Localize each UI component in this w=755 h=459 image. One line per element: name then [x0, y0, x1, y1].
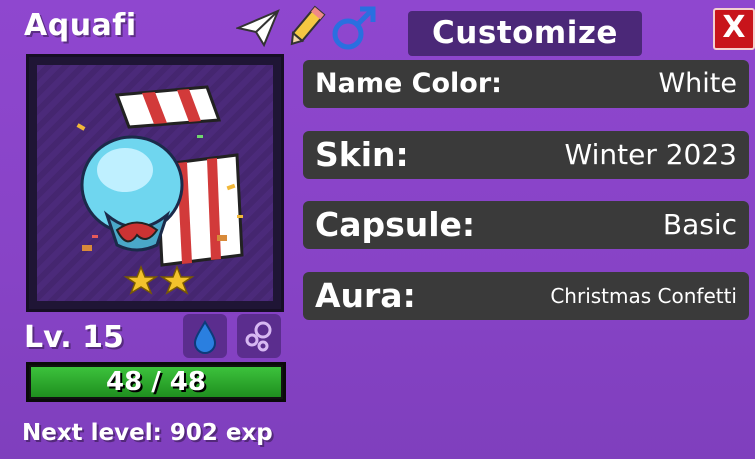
water-drop-icon — [193, 320, 217, 355]
row-value: Basic — [662, 208, 737, 241]
row-skin[interactable]: Skin: Winter 2023 — [303, 131, 749, 179]
row-value: Christmas Confetti — [550, 284, 737, 308]
close-button[interactable]: X — [713, 8, 755, 50]
pet-portrait — [26, 54, 284, 312]
pet-level: Lv. 15 — [24, 320, 124, 355]
row-name-color[interactable]: Name Color: White — [303, 60, 749, 108]
row-capsule[interactable]: Capsule: Basic — [303, 201, 749, 249]
row-value: Winter 2023 — [564, 138, 737, 171]
star-icon — [123, 264, 159, 295]
pencil-icon[interactable] — [284, 4, 328, 50]
row-label: Aura: — [315, 276, 416, 315]
row-label: Skin: — [315, 135, 409, 174]
bubbles-icon — [245, 321, 272, 352]
hp-bar: 48 / 48 — [26, 362, 286, 402]
paper-plane-icon[interactable] — [236, 8, 280, 48]
hp-text: 48 / 48 — [106, 367, 206, 397]
male-gender-icon — [332, 6, 376, 50]
water-element-button[interactable] — [183, 314, 227, 358]
row-aura[interactable]: Aura: Christmas Confetti — [303, 272, 749, 320]
star-icon — [159, 264, 195, 295]
row-value: White — [658, 68, 737, 99]
row-label: Name Color: — [315, 68, 502, 99]
pet-info-panel: Aquafi Customize X Lv. 15 48 / 48 Next l… — [0, 0, 755, 459]
row-label: Capsule: — [315, 205, 476, 244]
next-level-text: Next level: 902 exp — [22, 420, 273, 446]
bubbles-button[interactable] — [237, 314, 281, 358]
customize-button[interactable]: Customize — [408, 11, 642, 56]
pet-name: Aquafi — [24, 8, 137, 43]
pet-artwork — [76, 85, 244, 295]
